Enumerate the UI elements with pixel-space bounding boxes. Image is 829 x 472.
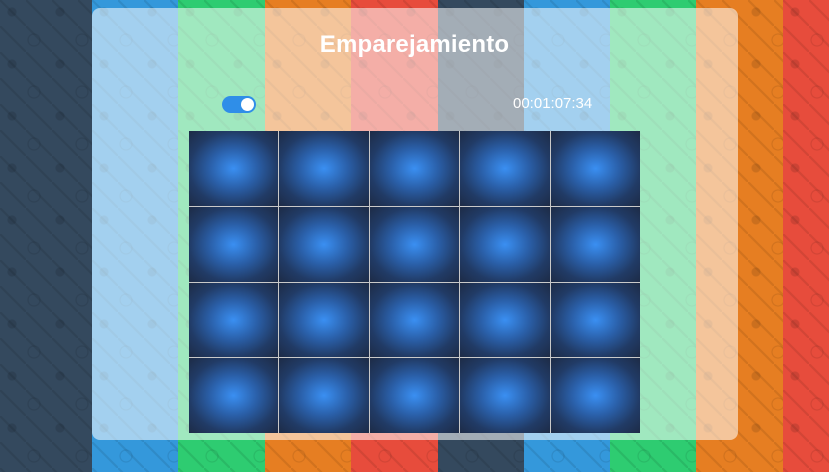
memory-card[interactable] [550,206,640,282]
background-stripe [0,0,92,472]
memory-card[interactable] [460,206,550,282]
memory-card[interactable] [369,282,460,358]
memory-card[interactable] [279,358,369,433]
memory-card[interactable] [369,206,460,282]
memory-card[interactable] [189,131,279,206]
card-grid [189,131,640,433]
memory-card[interactable] [550,131,640,206]
memory-card[interactable] [369,131,460,206]
memory-card[interactable] [460,131,550,206]
background-stripe [783,0,829,472]
memory-card[interactable] [189,206,279,282]
memory-card[interactable] [279,282,369,358]
memory-card[interactable] [369,358,460,433]
page-title: Emparejamiento [319,31,510,58]
memory-card[interactable] [460,358,550,433]
memory-card[interactable] [460,282,550,358]
elapsed-timer: 00:01:07:34 [513,95,593,112]
mode-toggle[interactable] [222,96,256,113]
memory-card[interactable] [189,282,279,358]
memory-card[interactable] [279,206,369,282]
memory-card[interactable] [550,358,640,433]
memory-card[interactable] [279,131,369,206]
memory-card[interactable] [550,282,640,358]
memory-card[interactable] [189,358,279,433]
toggle-knob [241,98,254,111]
